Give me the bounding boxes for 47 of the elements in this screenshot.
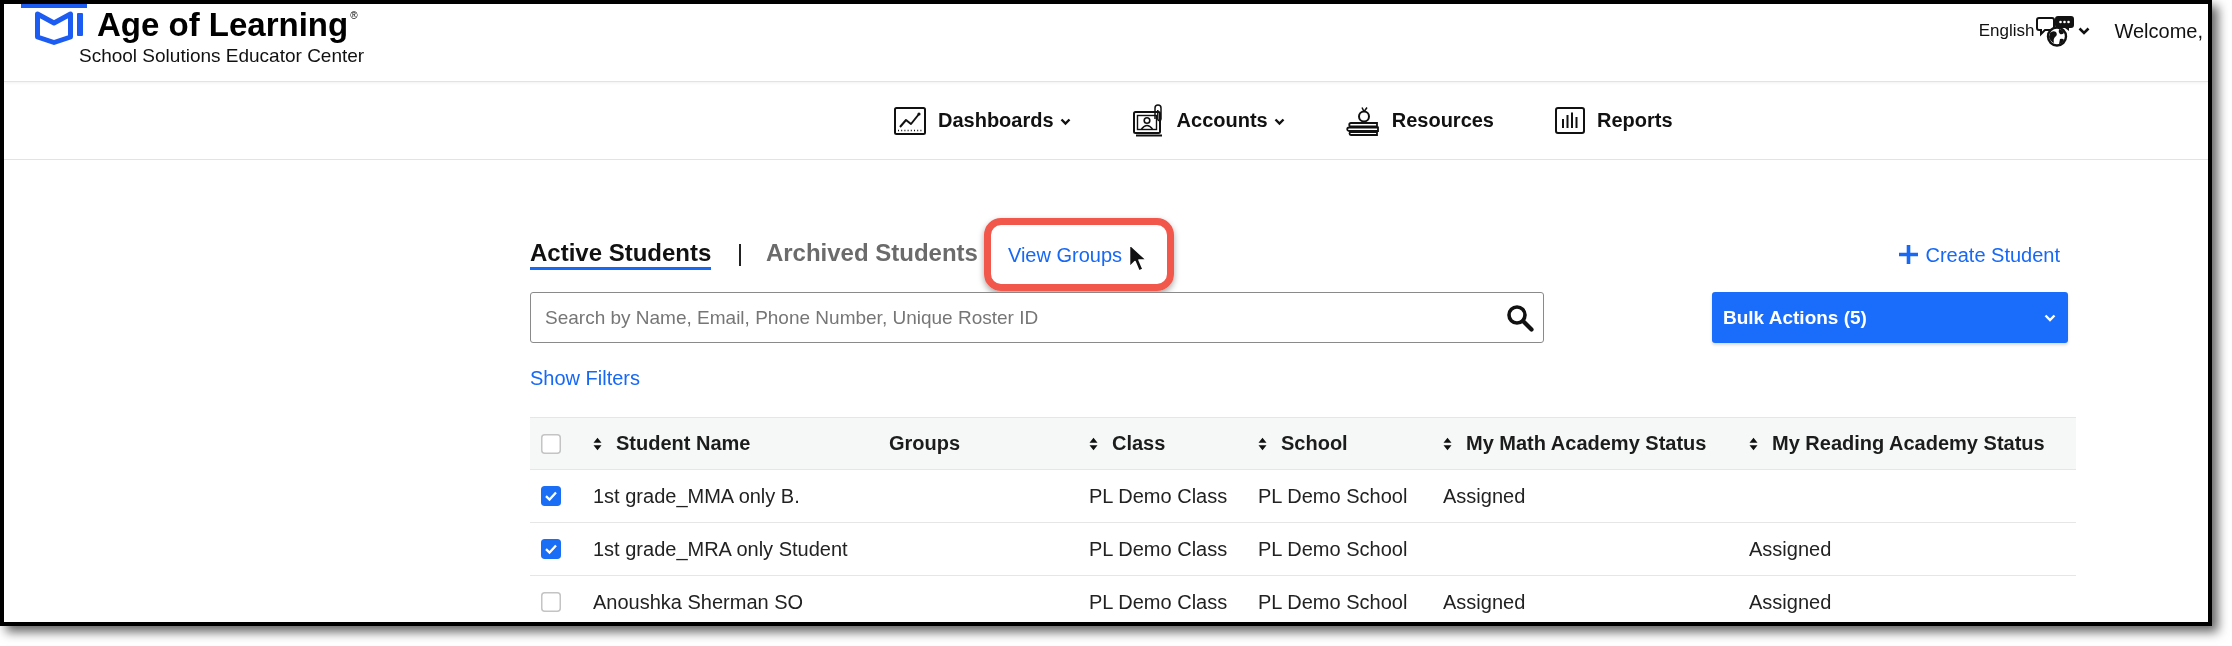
language-selector[interactable]: English (1978, 15, 2091, 47)
table-cell: Assigned (1749, 537, 1832, 561)
logo-subtitle: School Solutions Educator Center (79, 46, 365, 66)
table-cell: 1st grade_MRA only Student (593, 537, 848, 561)
profile-card-icon (1131, 104, 1165, 137)
nav-link[interactable]: Reports (1555, 107, 1673, 134)
table-cell: PL Demo Class (1089, 590, 1228, 614)
column-header[interactable]: My Math Academy Status (1433, 418, 1739, 469)
table-cell: PL Demo Class (1089, 537, 1228, 561)
create-student-link[interactable]: Create Student (1898, 240, 2060, 269)
nav-link[interactable]: Accounts (1131, 104, 1285, 137)
nav-link[interactable]: Dashboards (894, 106, 1071, 135)
tab[interactable]: Archived Students (765, 239, 978, 270)
column-header[interactable]: Class (1079, 418, 1248, 469)
chevron-icon (2044, 313, 2056, 322)
column-header[interactable]: School (1248, 418, 1433, 469)
table-cell: PL Demo School (1258, 484, 1408, 508)
show-filters-link[interactable]: Show Filters (530, 366, 641, 390)
table-cell: Assigned (1749, 590, 1832, 614)
welcome-text: Welcome, (2114, 19, 2203, 43)
search-field[interactable]: Search by Name, Email, Phone Number, Unique Roster ID (530, 292, 1544, 343)
chevron-icon (2078, 27, 2091, 35)
search-icon (1506, 304, 1534, 332)
table-cell: PL Demo School (1258, 590, 1408, 614)
logo-title: Age of Learning$^{®}$ (97, 7, 358, 43)
nav-link[interactable]: Resources (1345, 105, 1494, 136)
table-cell: PL Demo Class (1089, 484, 1228, 508)
bulk-actions-button[interactable]: Bulk Actions (5) (1712, 292, 2068, 343)
column-header[interactable]: Student Name (583, 418, 879, 469)
line-chart-icon (894, 106, 926, 135)
logo-icon (21, 4, 87, 45)
tab[interactable]: Active Students (530, 239, 712, 270)
checkbox[interactable] (541, 486, 561, 506)
plus-icon (1898, 244, 1920, 265)
table-cell: Assigned (1443, 590, 1526, 614)
checkbox[interactable] (541, 433, 561, 454)
view-groups-link[interactable]: View Groups (1007, 240, 1123, 269)
table-cell: Assigned (1443, 484, 1526, 508)
bar-chart-icon (1555, 107, 1585, 134)
table-cell: 1st grade_MMA only B. (593, 484, 800, 508)
column-header[interactable]: My Reading Academy Status (1739, 418, 2076, 469)
table-cell: PL Demo School (1258, 537, 1408, 561)
books-apple-icon (1345, 105, 1380, 136)
checkbox[interactable] (541, 539, 561, 559)
table-cell: Anoushka Sherman SO (593, 590, 804, 614)
checkbox[interactable] (541, 592, 561, 612)
column-header: Groups (888, 431, 962, 456)
